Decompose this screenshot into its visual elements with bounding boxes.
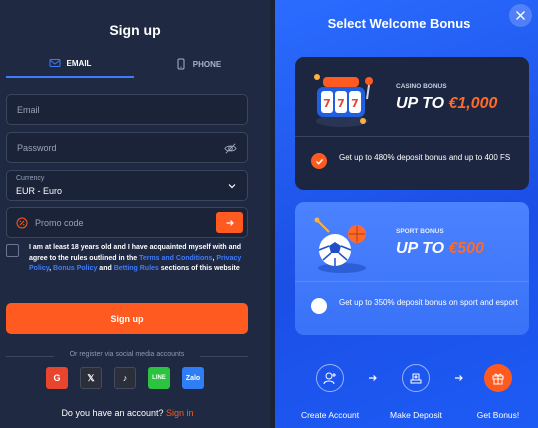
sport-bonus-card[interactable]: SPORT BONUS UP TO €500 Get up to 350% de… xyxy=(295,202,529,335)
zalo-icon: Zalo xyxy=(185,374,201,382)
terms-link[interactable]: Terms and Conditions xyxy=(139,255,212,262)
gift-icon xyxy=(492,373,504,385)
step-create-account: Create Account xyxy=(290,364,370,420)
sport-bonus-amount: UP TO €500 xyxy=(396,240,484,258)
social-buttons: G 𝕏 ♪ LINE Zalo xyxy=(46,367,204,389)
arrow-right-icon xyxy=(226,219,234,226)
promo-apply-button[interactable] xyxy=(216,212,243,233)
signin-link[interactable]: Sign in xyxy=(166,408,194,418)
currency-select[interactable]: Currency EUR - Euro xyxy=(6,170,248,201)
sport-bonus-category: SPORT BONUS xyxy=(396,228,444,235)
step-label: Create Account xyxy=(300,410,360,420)
eye-off-icon[interactable] xyxy=(224,142,237,155)
tab-phone-label: PHONE xyxy=(192,59,222,69)
tab-email[interactable]: EMAIL xyxy=(6,50,134,78)
casino-bonus-card[interactable]: 7 7 7 CASINO BONUS UP TO €1,000 Get up t… xyxy=(295,57,529,190)
terms-checkbox[interactable] xyxy=(6,244,19,257)
line-icon: LINE xyxy=(152,375,166,381)
step-get-bonus: Get Bonus! xyxy=(458,364,538,420)
terms-and: and xyxy=(99,265,112,272)
currency-label: Currency xyxy=(16,175,45,182)
tiktok-button[interactable]: ♪ xyxy=(114,367,136,389)
signup-title: Sign up xyxy=(109,22,161,38)
svg-text:7: 7 xyxy=(351,97,359,110)
user-add-icon xyxy=(323,372,336,385)
tab-phone[interactable]: PHONE xyxy=(134,50,262,78)
step-icon-wrap xyxy=(484,364,512,392)
zalo-button[interactable]: Zalo xyxy=(182,367,204,389)
promo-input[interactable] xyxy=(7,208,247,237)
terms-row: I am at least 18 years old and I have ac… xyxy=(6,243,256,275)
social-label: Or register via social media accounts xyxy=(6,351,248,358)
x-icon: 𝕏 xyxy=(87,372,95,383)
casino-bonus-amount: UP TO €1,000 xyxy=(396,95,497,113)
signup-button[interactable]: Sign up xyxy=(6,303,248,334)
card-divider xyxy=(295,136,529,137)
promo-field-wrap xyxy=(6,207,248,238)
password-input[interactable] xyxy=(7,133,247,162)
line-button[interactable]: LINE xyxy=(148,367,170,389)
step-make-deposit: Make Deposit xyxy=(376,364,456,420)
slot-machine-icon: 7 7 7 xyxy=(314,74,373,127)
email-field-wrap xyxy=(6,94,248,125)
bonus-policy-link[interactable]: Bonus Policy xyxy=(53,265,97,272)
casino-bonus-category: CASINO BONUS xyxy=(396,83,447,90)
casino-amount-prefix: UP TO xyxy=(396,95,449,112)
card-divider xyxy=(295,281,529,282)
mail-icon xyxy=(49,59,61,67)
sport-amount-value: €500 xyxy=(448,240,485,257)
phone-icon xyxy=(177,58,185,70)
currency-value: EUR - Euro xyxy=(16,186,63,196)
sport-amount-prefix: UP TO xyxy=(396,240,449,257)
account-row: Do you have an account? Sign in xyxy=(0,408,255,418)
signup-tabs: EMAIL PHONE xyxy=(6,50,262,78)
bonus-steps: Create Account Make Deposit Get Bonus! xyxy=(275,364,538,424)
tab-email-label: EMAIL xyxy=(66,58,92,68)
sport-bonus-description: Get up to 350% deposit bonus on sport an… xyxy=(339,298,518,307)
close-icon xyxy=(516,11,525,20)
email-input[interactable] xyxy=(7,95,247,124)
terms-text: I am at least 18 years old and I have ac… xyxy=(29,244,242,272)
check-icon xyxy=(315,158,323,165)
step-label: Get Bonus! xyxy=(476,410,520,420)
betting-rules-link[interactable]: Betting Rules xyxy=(114,265,159,272)
password-field-wrap xyxy=(6,132,248,163)
casino-bonus-description: Get up to 480% deposit bonus and up to 4… xyxy=(339,153,511,162)
signup-panel: Sign up EMAIL PHONE Currency EUR - Euro … xyxy=(0,0,270,428)
account-question: Do you have an account? xyxy=(61,408,164,418)
bonus-title: Select Welcome Bonus xyxy=(327,16,471,31)
sport-bonus-radio[interactable] xyxy=(311,298,327,314)
chevron-down-icon xyxy=(228,184,236,189)
step-icon-wrap xyxy=(402,364,430,392)
x-button[interactable]: 𝕏 xyxy=(80,367,102,389)
tiktok-icon: ♪ xyxy=(122,373,128,383)
close-button[interactable] xyxy=(509,4,532,27)
promo-icon xyxy=(16,217,28,229)
google-icon: G xyxy=(53,373,61,383)
step-label: Make Deposit xyxy=(390,410,442,420)
sports-ball-icon xyxy=(314,217,366,273)
terms-suffix: sections of this website xyxy=(160,265,240,272)
step-icon-wrap xyxy=(316,364,344,392)
deposit-icon xyxy=(410,373,422,384)
svg-text:7: 7 xyxy=(337,97,345,110)
bonus-panel: Select Welcome Bonus 7 7 7 CASINO BONUS … xyxy=(275,0,538,428)
casino-amount-value: €1,000 xyxy=(448,95,498,112)
svg-text:7: 7 xyxy=(323,97,331,110)
casino-bonus-radio[interactable] xyxy=(311,153,327,169)
google-button[interactable]: G xyxy=(46,367,68,389)
